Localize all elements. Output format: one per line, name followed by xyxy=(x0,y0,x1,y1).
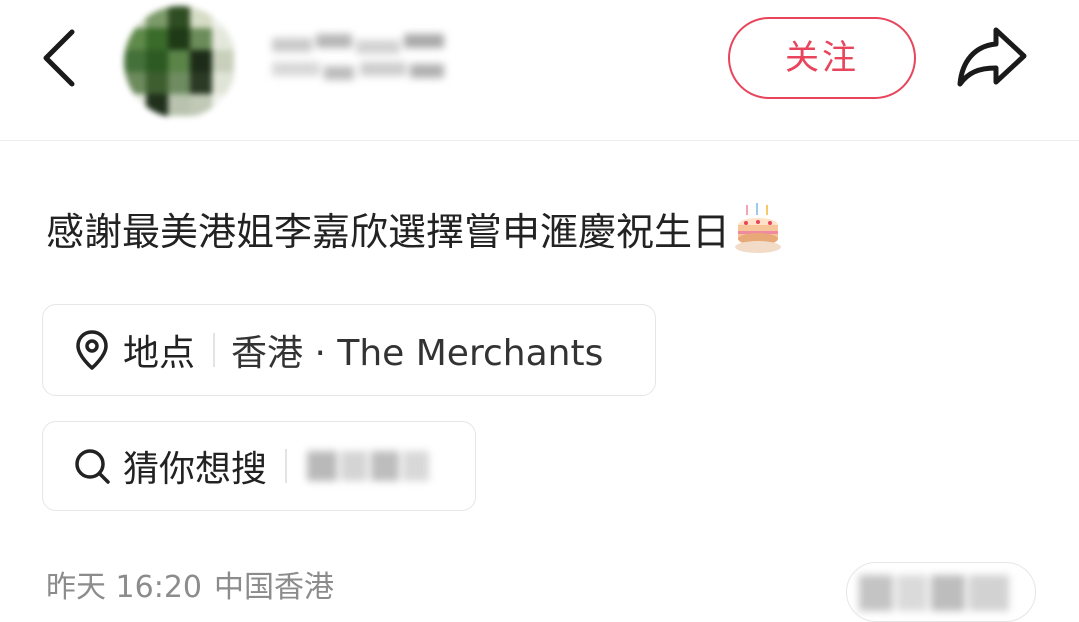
chevron-left-icon xyxy=(43,29,75,87)
location-pin-icon xyxy=(76,330,108,370)
search-suggestion-chip[interactable]: 猜你想搜 xyxy=(42,421,476,511)
search-suggestion-blurred xyxy=(303,441,433,491)
post-title: 感謝最美港姐李嘉欣選擇嘗申滙慶祝生日 xyxy=(46,203,782,261)
blurred-content xyxy=(859,571,1019,615)
avatar[interactable] xyxy=(124,6,236,118)
share-arrow-icon xyxy=(957,27,1027,87)
top-bar: 关注 xyxy=(0,0,1079,141)
post-time: 昨天 16:20 xyxy=(46,570,202,605)
post-meta: 昨天 16:20 中国香港 xyxy=(46,562,334,606)
birthday-cake-icon xyxy=(735,203,782,253)
username-blurred[interactable] xyxy=(268,22,458,88)
location-label: 地点 xyxy=(123,333,196,374)
share-button[interactable] xyxy=(952,24,1030,90)
location-value: 香港 · The Merchants xyxy=(231,333,604,374)
follow-button[interactable]: 关注 xyxy=(728,17,916,99)
chip-divider xyxy=(285,449,288,483)
chip-divider xyxy=(213,333,216,367)
post-region: 中国香港 xyxy=(214,570,334,605)
location-chip[interactable]: 地点 香港 · The Merchants xyxy=(42,304,656,396)
search-suggestion-label: 猜你想搜 xyxy=(123,449,268,490)
post-title-text: 感謝最美港姐李嘉欣選擇嘗申滙慶祝生日 xyxy=(46,210,731,254)
back-button[interactable] xyxy=(36,26,86,90)
search-icon xyxy=(75,449,110,484)
blurred-action-pill[interactable] xyxy=(846,562,1036,622)
